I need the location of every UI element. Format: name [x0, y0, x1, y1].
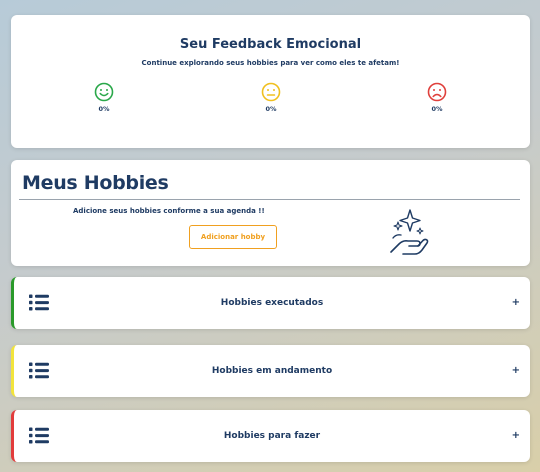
section-label: Hobbies executados [220, 298, 324, 308]
emotion-sad-percent: 0% [431, 105, 443, 113]
hobbies-description: Adicione seus hobbies conforme a sua age… [73, 207, 265, 215]
list-icon [29, 362, 49, 379]
happy-face-icon [94, 82, 114, 102]
emotion-sad: 0% [417, 82, 457, 113]
section-hobbies-executados[interactable]: Hobbies executados + [11, 277, 530, 329]
feedback-card: Seu Feedback Emocional Continue exploran… [11, 15, 530, 148]
section-label: Hobbies em andamento [211, 366, 333, 376]
sad-face-icon [427, 82, 447, 102]
emotion-happy-percent: 0% [98, 105, 110, 113]
section-hobbies-para-fazer[interactable]: Hobbies para fazer + [11, 410, 530, 462]
hobbies-title: Meus Hobbies [22, 172, 169, 194]
emotion-happy: 0% [84, 82, 124, 113]
list-icon [29, 427, 49, 444]
expand-toggle[interactable]: + [512, 410, 520, 462]
section-label: Hobbies para fazer [223, 431, 321, 441]
section-hobbies-em-andamento[interactable]: Hobbies em andamento + [11, 345, 530, 397]
neutral-face-icon [261, 82, 281, 102]
hobbies-card: Meus Hobbies Adicione seus hobbies confo… [11, 160, 530, 266]
expand-toggle[interactable]: + [512, 277, 520, 329]
add-hobby-button[interactable]: Adicionar hobby [189, 225, 277, 249]
hand-sparkles-icon [390, 209, 429, 255]
expand-toggle[interactable]: + [512, 345, 520, 397]
feedback-subtitle: Continue explorando seus hobbies para ve… [141, 59, 400, 67]
emotion-neutral: 0% [251, 82, 291, 113]
divider [19, 199, 520, 200]
emotion-neutral-percent: 0% [265, 105, 277, 113]
feedback-title: Seu Feedback Emocional [179, 37, 362, 52]
list-icon [29, 294, 49, 311]
